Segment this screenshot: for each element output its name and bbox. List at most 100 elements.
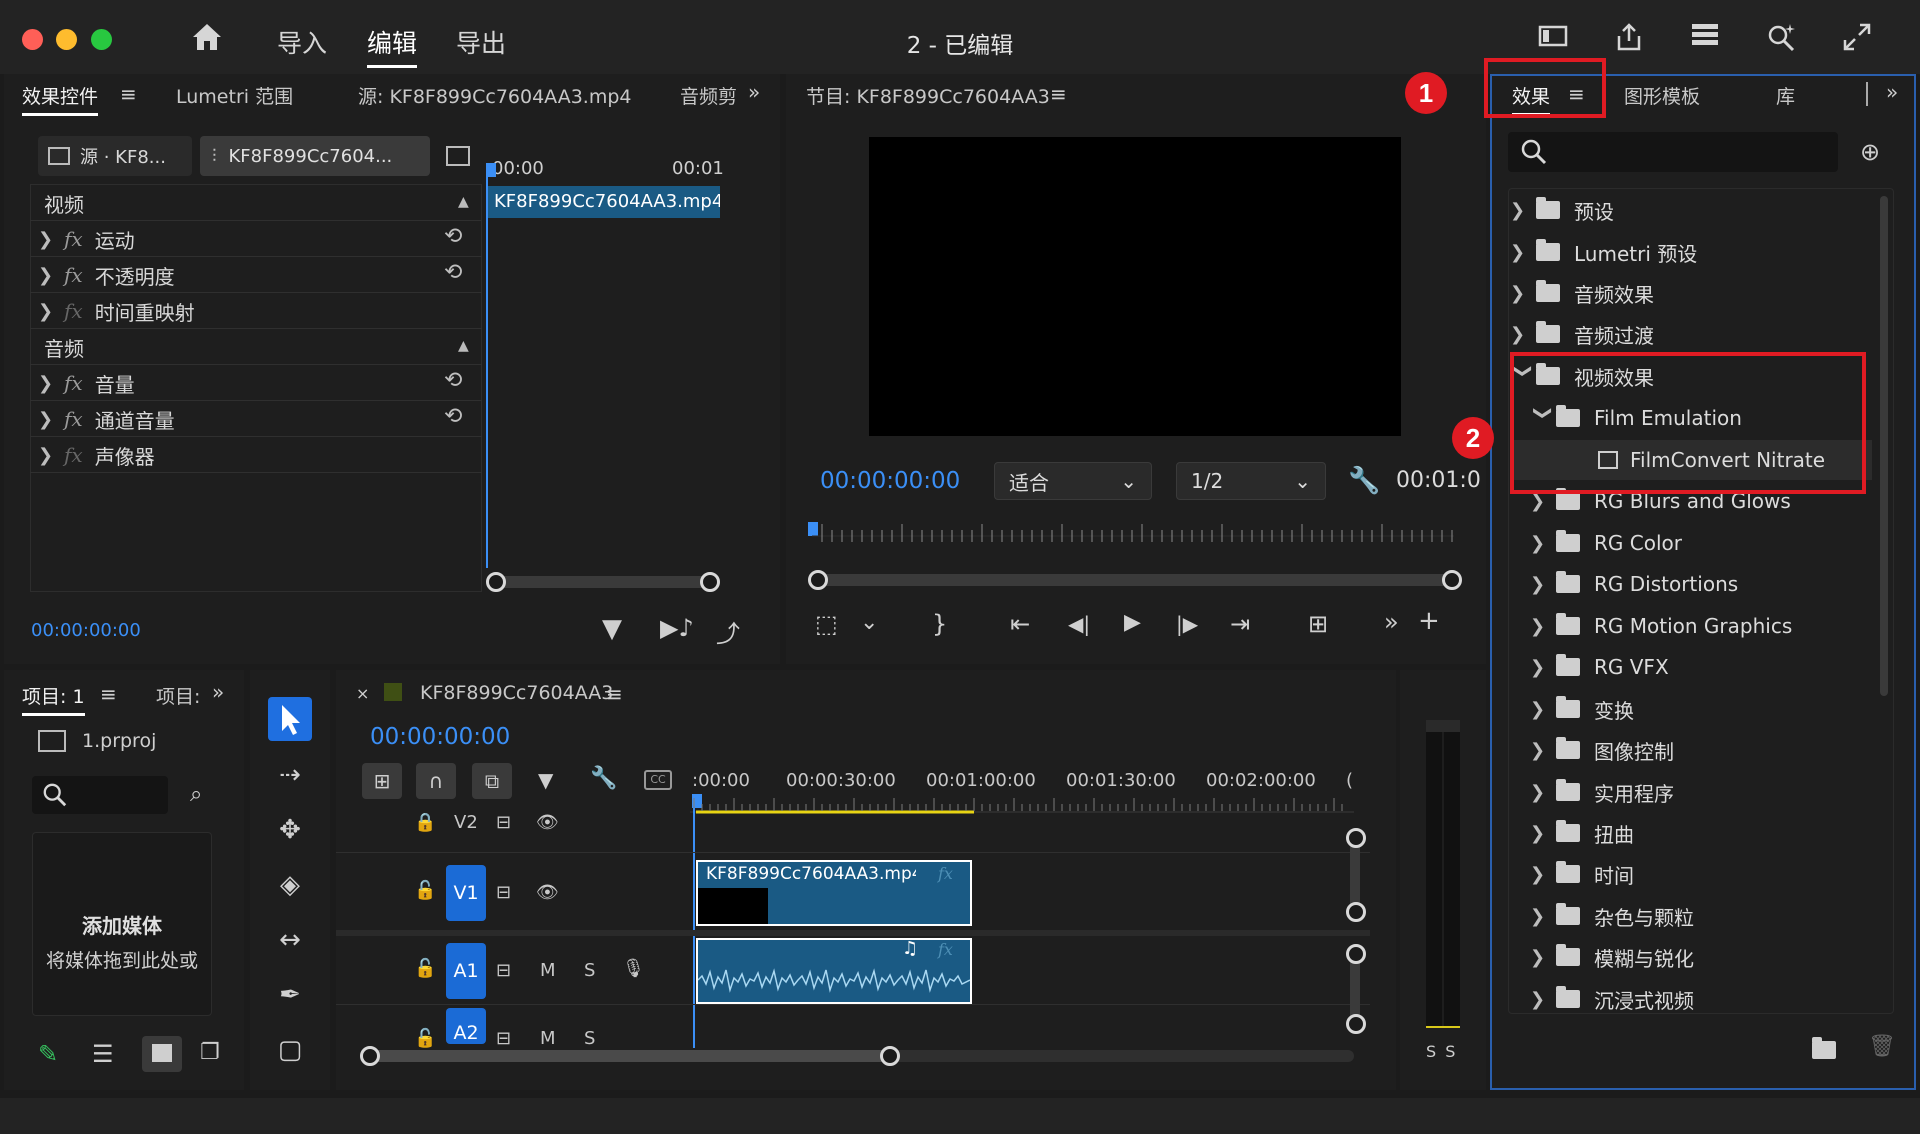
chevron-right-icon[interactable]: ❯ [1530,533,1556,554]
tab-audio-clip-mixer[interactable]: 音频剪 [680,82,742,109]
nav-import[interactable]: 导入 [277,24,327,60]
reset-icon[interactable]: ⟲ [444,404,462,429]
chevron-right-icon[interactable]: ❯ [1510,200,1536,221]
track-target-a2[interactable]: A2 [446,1008,486,1044]
effect-row-time-remap[interactable]: ❯ fx 时间重映射 [38,294,195,328]
new-preset-bin-icon[interactable]: ⊕ [1860,138,1880,166]
find-icon[interactable]: ⌕ [190,782,202,807]
vscroll-handle[interactable] [1346,902,1366,922]
eye-icon[interactable]: 👁 [536,812,559,833]
more-tabs-icon[interactable]: » [212,680,224,704]
chevron-right-icon[interactable]: ❯ [38,301,64,322]
add-button-icon[interactable]: + [1418,606,1440,636]
fit-select[interactable]: 适合 ⌄ [994,462,1152,500]
meter-solo-labels[interactable]: S S [1426,1042,1457,1061]
track-label-v2[interactable]: V2 [454,812,478,833]
sequence-clip-button[interactable]: ⫶ KF8F899Cc7604... [200,136,430,176]
lock-icon[interactable]: 🔓 [414,1028,436,1049]
chevron-right-icon[interactable]: ❯ [1530,699,1556,720]
go-to-in-icon[interactable]: ⇤ [1010,610,1030,638]
effects-tree-item[interactable]: ❯ Lumetri 预设 [1510,232,1697,272]
timeline-settings-wrench-icon[interactable]: 🔧 [590,766,617,791]
wrench-icon[interactable]: 🔧 [1348,466,1380,496]
ripple-edit-tool-icon[interactable]: ✥ [267,807,313,853]
hscroll-handle-left[interactable] [360,1046,380,1066]
more-tab-stub[interactable] [1866,82,1872,106]
tab-graphic-templates[interactable]: 图形模板 [1624,82,1700,109]
video-tracks-vscroll[interactable] [1350,838,1360,912]
captions-icon[interactable]: CC [644,770,672,790]
workspaces-icon[interactable] [1688,22,1722,56]
effect-row-opacity[interactable]: ❯ fx 不透明度 [38,258,175,292]
program-zoom-handle-right[interactable] [1442,570,1462,590]
zoom-window-button[interactable] [91,29,112,50]
chevron-right-icon[interactable]: ❯ [1510,242,1536,263]
razor-tool-icon[interactable]: ◈ [267,862,313,908]
nav-edit[interactable]: 编辑 [367,24,418,68]
chevron-right-icon[interactable]: ❯ [38,409,64,430]
vscroll-handle[interactable] [1346,828,1366,848]
nav-export[interactable]: 导出 [456,24,506,60]
effects-tree-item[interactable]: ❯ 扭曲 [1530,813,1634,853]
effect-row-channel-volume[interactable]: ❯ fx 通道音量 [38,402,175,436]
ec-timecode[interactable]: 00:00:00:00 [31,620,141,641]
chevron-right-icon[interactable]: ❯ [1530,864,1556,885]
panel-menu-icon[interactable]: ≡ [1050,82,1067,106]
sync-lock-icon[interactable]: ⊟ [496,882,511,903]
microphone-icon[interactable]: 🎙 [622,958,645,979]
tab-project-2[interactable]: 项目: [156,682,202,709]
go-to-out-icon[interactable]: ⇥ [1230,610,1250,638]
toggle-timeline-icon[interactable] [446,146,470,166]
mute-button[interactable]: M [540,960,556,981]
program-zoom-handle-left[interactable] [808,570,828,590]
chevron-right-icon[interactable]: ❯ [1530,782,1556,803]
project-file-name[interactable]: 1.prproj [82,730,156,752]
ec-clip-bar[interactable]: KF8F899Cc7604AA3.mp4 [488,186,720,218]
panel-layout-icon[interactable] [1536,22,1570,56]
program-zoom-scrollbar[interactable] [820,574,1456,586]
effects-scrollbar[interactable] [1880,196,1888,696]
timeline-playhead[interactable] [693,808,695,1048]
chevron-right-icon[interactable]: ❯ [38,265,64,286]
chevron-right-icon[interactable]: ❯ [1510,283,1536,304]
chevron-right-icon[interactable]: ❯ [1530,616,1556,637]
effects-tree-item[interactable]: ❯ 模糊与锐化 [1530,937,1694,977]
effects-tree-item[interactable]: ❯ 变换 [1530,689,1634,729]
export-frame-icon[interactable]: ⊞ [1308,610,1328,638]
program-ruler[interactable] [808,520,1458,546]
play-audio-icon[interactable]: ▶♪ [660,614,694,642]
panel-menu-icon[interactable]: ≡ [100,682,117,706]
share-icon[interactable] [1612,22,1646,56]
home-icon[interactable] [190,22,224,56]
chevron-right-icon[interactable]: ❯ [38,373,64,394]
chevron-right-icon[interactable]: ❯ [1530,989,1556,1010]
program-video-frame[interactable] [869,137,1401,436]
chevron-right-icon[interactable]: ❯ [1510,324,1536,345]
video-audio-divider[interactable] [336,930,1370,936]
ec-playhead[interactable] [486,163,496,177]
reset-icon[interactable]: ⟲ [444,368,462,393]
vscroll-handle[interactable] [1346,1014,1366,1034]
more-tabs-icon[interactable]: » [1886,80,1898,104]
new-bin-icon[interactable] [1812,1037,1836,1064]
pencil-icon[interactable]: ✎ [38,1040,58,1068]
chevron-right-icon[interactable]: ❯ [38,445,64,466]
lock-icon[interactable]: 🔓 [414,880,436,901]
close-window-button[interactable] [22,29,43,50]
lock-icon[interactable]: 🔓 [414,958,436,979]
more-buttons-icon[interactable]: » [1384,608,1399,636]
collapse-audio-icon[interactable]: ▲ [458,338,469,354]
tab-libraries[interactable]: 库 [1776,82,1795,109]
step-back-icon[interactable]: ◀| [1068,612,1090,636]
pen-tool-icon[interactable]: ✒ [267,972,313,1018]
vscroll-handle[interactable] [1346,944,1366,964]
tab-source[interactable]: 源: KF8F899Cc7604AA3.mp4 [358,82,632,109]
timeline-timecode[interactable]: 00:00:00:00 [370,724,510,750]
minimize-window-button[interactable] [56,29,77,50]
effects-tree-item[interactable]: ❯ 沉浸式视频 [1530,979,1694,1019]
effects-search-input[interactable] [1508,132,1838,172]
ec-zoom-handle-left[interactable] [486,572,506,592]
effects-tree-item[interactable]: ❯ 音频过渡 [1510,314,1654,354]
rectangle-tool-icon[interactable]: ▢ [267,1027,313,1073]
reset-icon[interactable]: ⟲ [444,224,462,249]
